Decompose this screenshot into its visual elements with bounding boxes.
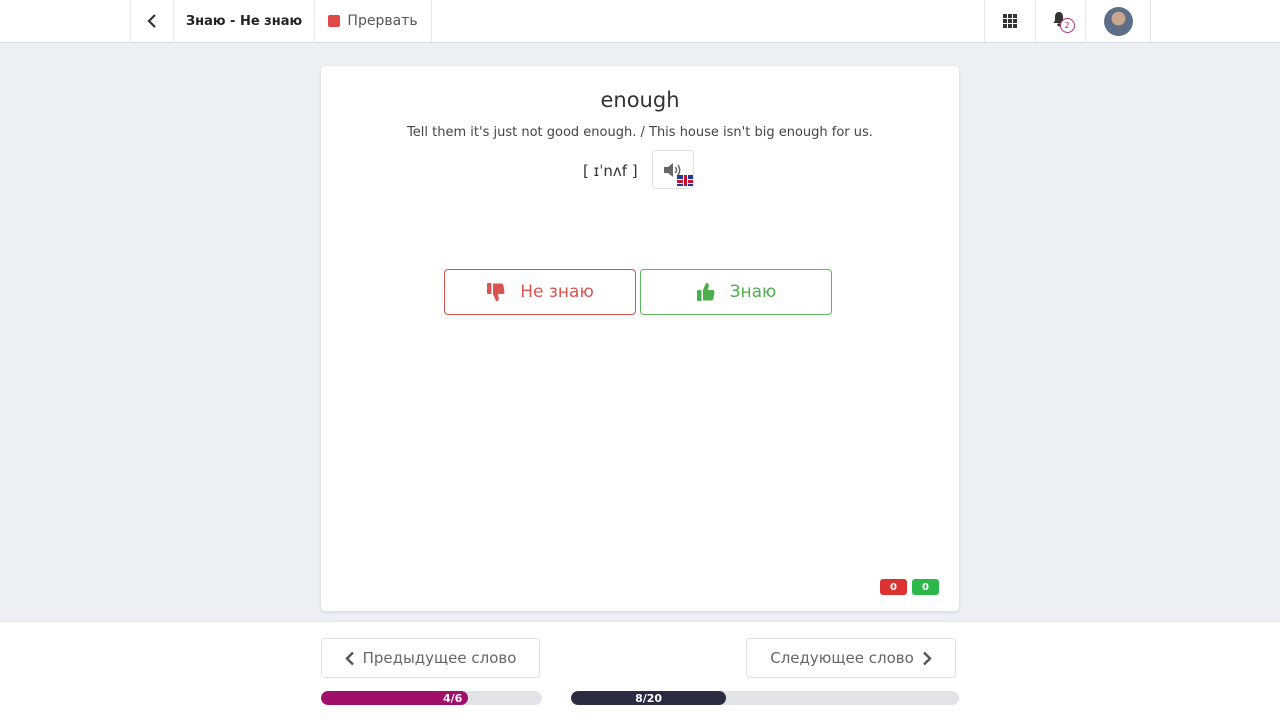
- word-progress-bar: 4/6: [321, 691, 542, 705]
- stop-button[interactable]: Прервать: [314, 0, 432, 42]
- back-button[interactable]: [130, 0, 173, 42]
- example-sentence: Tell them it's just not good enough. / T…: [407, 125, 873, 140]
- total-progress-bar: 8/20: [571, 691, 959, 705]
- notifications-button[interactable]: 2: [1035, 0, 1085, 42]
- stop-label: Прервать: [347, 13, 418, 29]
- right-counter: 0: [912, 579, 939, 595]
- dont-know-button[interactable]: Не знаю: [444, 269, 636, 315]
- chevron-left-icon: [344, 651, 354, 665]
- previous-word-label: Предыдущее слово: [362, 649, 517, 667]
- dont-know-label: Не знаю: [520, 282, 594, 302]
- previous-word-button[interactable]: Предыдущее слово: [321, 638, 540, 678]
- uk-flag-icon: [677, 175, 693, 186]
- thumbs-down-icon: [487, 283, 505, 301]
- play-pronunciation-button[interactable]: [652, 150, 694, 189]
- user-menu-button[interactable]: [1085, 0, 1151, 42]
- wrong-counter: 0: [880, 579, 907, 595]
- chevron-right-icon: [922, 651, 932, 665]
- avatar: [1103, 6, 1133, 36]
- next-word-button[interactable]: Следующее слово: [746, 638, 956, 678]
- next-word-label: Следующее слово: [770, 649, 914, 667]
- word-text: enough: [600, 88, 680, 112]
- know-button[interactable]: Знаю: [640, 269, 832, 315]
- total-progress-fill: 8/20: [571, 691, 727, 705]
- apps-menu-button[interactable]: [984, 0, 1035, 42]
- stop-icon: [328, 15, 341, 27]
- exercise-title: Знаю - Не знаю: [173, 0, 314, 42]
- top-bar: Знаю - Не знаю Прервать 2: [0, 0, 1280, 43]
- notification-badge: 2: [1059, 18, 1075, 33]
- apps-grid-icon: [1003, 14, 1017, 28]
- bottom-bar: Предыдущее слово Следующее слово 4/6 8/2…: [0, 621, 1280, 720]
- word-progress-fill: 4/6: [321, 691, 469, 705]
- thumbs-up-icon: [696, 283, 715, 301]
- chevron-left-icon: [147, 14, 156, 28]
- word-card: enough Tell them it's just not good enou…: [321, 66, 959, 611]
- transcription: [ ɪˈnʌf ]: [583, 162, 638, 180]
- know-label: Знаю: [729, 282, 777, 302]
